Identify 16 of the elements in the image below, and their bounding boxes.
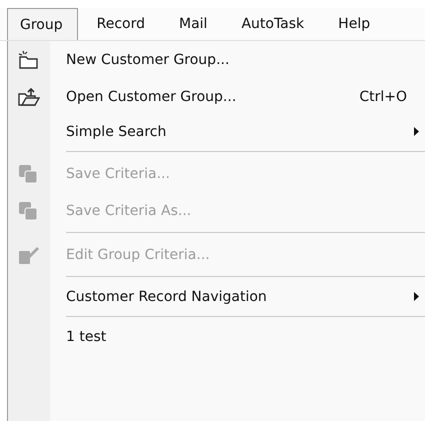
menu-item[interactable]: Open Customer Group... Ctrl+O [8,78,425,115]
shortcut-text: Ctrl+O [359,88,407,104]
menu-bar-item[interactable]: AutoTask [228,8,320,40]
menu-item[interactable]: Customer Record Navigation [8,280,425,313]
menu-bar-item[interactable]: Group [7,8,78,40]
menu-item[interactable]: New Customer Group... [8,41,425,78]
menu-bar-item[interactable]: Help [325,8,386,40]
submenu-arrow-icon [414,127,419,136]
menu-item[interactable]: 1 test [8,320,425,353]
submenu-arrow-icon [414,292,419,301]
new-folder-icon [18,50,40,70]
menu-item[interactable]: Simple Search [8,115,425,148]
menu-bar-item[interactable]: Record [84,8,160,40]
pencil-icon [18,244,40,264]
open-folder-icon [18,86,40,106]
menu-bar-item[interactable]: Mail [166,8,222,40]
